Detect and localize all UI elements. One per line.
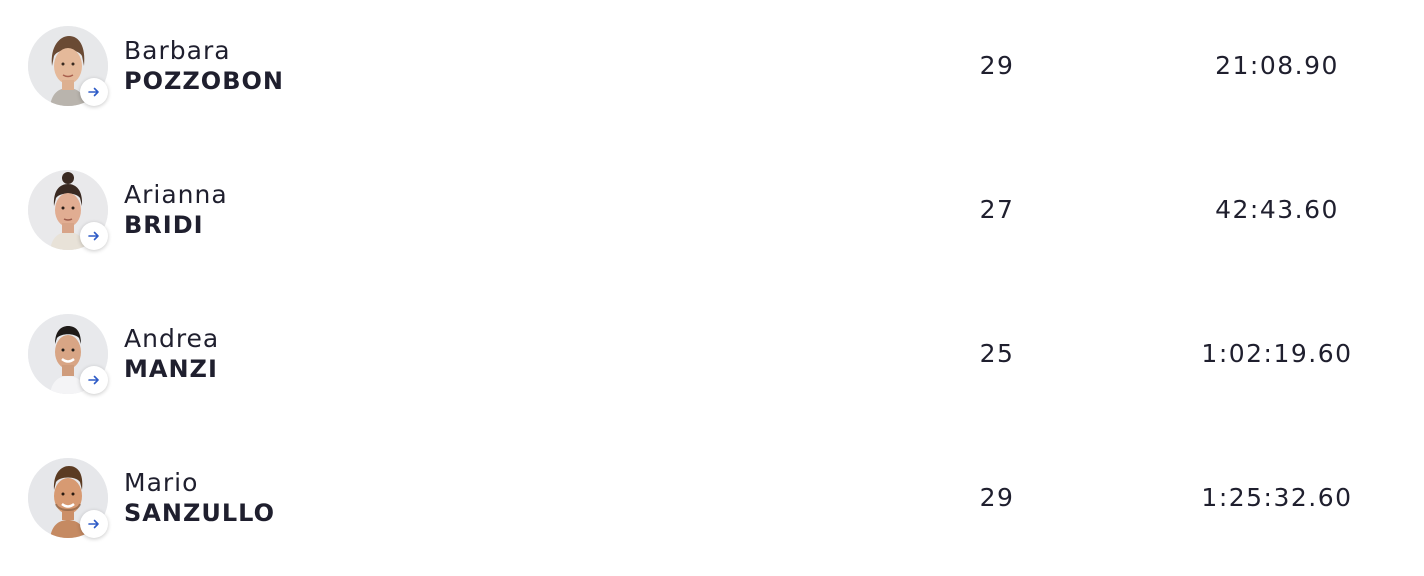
athlete-name[interactable]: Arianna BRIDI bbox=[124, 180, 228, 240]
athlete-age: 27 bbox=[979, 195, 1015, 224]
athlete-time: 1:02:19.60 bbox=[1201, 339, 1353, 368]
arrow-right-icon[interactable] bbox=[80, 366, 108, 394]
athlete-avatar-link[interactable] bbox=[28, 458, 108, 538]
results-list: Barbara POZZOBON 29 21:08.90 Arianna BRI… bbox=[0, 0, 1424, 558]
athlete-last-name: SANZULLO bbox=[124, 499, 275, 527]
athlete-last-name: BRIDI bbox=[124, 211, 204, 239]
athlete-first-name: Mario bbox=[124, 468, 199, 497]
athlete-name[interactable]: Mario SANZULLO bbox=[124, 468, 275, 528]
athlete-name[interactable]: Andrea MANZI bbox=[124, 324, 219, 384]
athlete-last-name: MANZI bbox=[124, 355, 218, 383]
athlete-time: 42:43.60 bbox=[1215, 195, 1339, 224]
athlete-first-name: Arianna bbox=[124, 180, 228, 209]
athlete-avatar-link[interactable] bbox=[28, 314, 108, 394]
athlete-avatar-link[interactable] bbox=[28, 26, 108, 106]
athlete-row: Arianna BRIDI 27 42:43.60 bbox=[0, 144, 1424, 288]
athlete-age: 29 bbox=[979, 51, 1015, 80]
athlete-time: 21:08.90 bbox=[1215, 51, 1339, 80]
arrow-right-icon[interactable] bbox=[80, 222, 108, 250]
arrow-right-icon[interactable] bbox=[80, 510, 108, 538]
arrow-right-icon[interactable] bbox=[80, 78, 108, 106]
athlete-time: 1:25:32.60 bbox=[1201, 483, 1353, 512]
athlete-last-name: POZZOBON bbox=[124, 67, 284, 95]
athlete-row: Mario SANZULLO 29 1:25:32.60 bbox=[0, 432, 1424, 576]
athlete-row: Andrea MANZI 25 1:02:19.60 bbox=[0, 288, 1424, 432]
athlete-age: 25 bbox=[979, 339, 1015, 368]
athlete-name[interactable]: Barbara POZZOBON bbox=[124, 36, 284, 96]
athlete-row: Barbara POZZOBON 29 21:08.90 bbox=[0, 0, 1424, 144]
athlete-age: 29 bbox=[979, 483, 1015, 512]
athlete-first-name: Barbara bbox=[124, 36, 231, 65]
athlete-avatar-link[interactable] bbox=[28, 170, 108, 250]
athlete-first-name: Andrea bbox=[124, 324, 220, 353]
